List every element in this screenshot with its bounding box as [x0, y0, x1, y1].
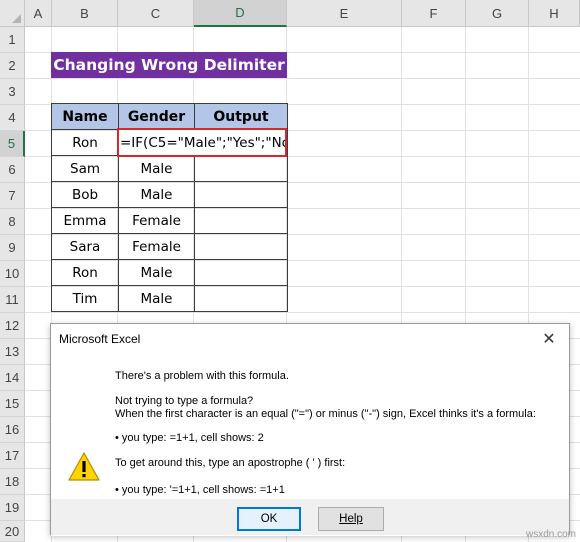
column-header-c[interactable]: C [118, 0, 194, 27]
row-header-16[interactable]: 16 [0, 417, 25, 443]
dialog-button-row [51, 499, 569, 535]
cell-name[interactable]: Sam [51, 155, 119, 182]
row-header-6[interactable]: 6 [0, 157, 25, 183]
dialog-message-line: There's a problem with this formula. [115, 370, 289, 382]
header-gender[interactable]: Gender [118, 103, 195, 130]
help-button-label: Help [339, 513, 363, 525]
dialog-titlebar[interactable]: Microsoft Excel ✕ [51, 324, 569, 355]
select-all-corner[interactable] [0, 0, 25, 27]
row-header-4[interactable]: 4 [0, 105, 25, 131]
column-header-g[interactable]: G [466, 0, 529, 27]
cell-gender[interactable]: Male [118, 155, 195, 182]
row-header-11[interactable]: 11 [0, 287, 25, 313]
column-header-f[interactable]: F [402, 0, 466, 27]
table-header-row: Name Gender Output [51, 103, 288, 130]
row-header-12[interactable]: 12 [0, 313, 25, 339]
dialog-title: Microsoft Excel [59, 332, 141, 346]
cell-gender[interactable]: Male [118, 285, 195, 312]
cell-name[interactable]: Emma [51, 207, 119, 234]
row-header-18[interactable]: 18 [0, 469, 25, 495]
row-header-5[interactable]: 5 [0, 131, 25, 157]
cell-output[interactable] [194, 233, 288, 260]
select-all-triangle-icon [12, 14, 21, 23]
dialog-message-line: Not trying to type a formula? [115, 395, 254, 407]
row-header-15[interactable]: 15 [0, 391, 25, 417]
table-row: Sam Male [51, 155, 288, 182]
row-header-3[interactable]: 3 [0, 79, 25, 105]
column-header-b[interactable]: B [52, 0, 118, 27]
ok-button[interactable]: OK [237, 507, 301, 531]
row-header-7[interactable]: 7 [0, 183, 25, 209]
column-header-e[interactable]: E [287, 0, 402, 27]
row-header-14[interactable]: 14 [0, 365, 25, 391]
column-header-h[interactable]: H [529, 0, 580, 27]
row-header-9[interactable]: 9 [0, 235, 25, 261]
dialog-message-line: To get around this, type an apostrophe (… [115, 457, 346, 469]
row-header-2[interactable]: 2 [0, 53, 25, 79]
table-row: Ron Male [51, 259, 288, 286]
ok-button-label: OK [260, 513, 278, 525]
cell-output[interactable] [194, 207, 288, 234]
error-dialog: Microsoft Excel ✕ There's a problem with… [50, 323, 570, 536]
row-header-13[interactable]: 13 [0, 339, 25, 365]
sheet-title-banner: Changing Wrong Delimiter [51, 52, 287, 78]
warning-icon [68, 452, 100, 481]
row-header-1[interactable]: 1 [0, 27, 25, 53]
gridline [25, 312, 580, 313]
table-row: Sara Female [51, 233, 288, 260]
cell-output[interactable] [194, 155, 288, 182]
cell-name[interactable]: Ron [51, 129, 119, 156]
row-header-8[interactable]: 8 [0, 209, 25, 235]
watermark: wsxdn.com [525, 529, 576, 540]
cell-output[interactable] [194, 285, 288, 312]
cell-gender[interactable]: Female [118, 233, 195, 260]
dialog-message-line: When the first character is an equal ("=… [115, 408, 536, 420]
cell-name[interactable]: Tim [51, 285, 119, 312]
header-output[interactable]: Output [194, 103, 288, 130]
table-row: Bob Male [51, 181, 288, 208]
dialog-message-line: • you type: '=1+1, cell shows: =1+1 [115, 484, 285, 496]
cell-gender[interactable]: Male [118, 181, 195, 208]
close-icon[interactable]: ✕ [539, 329, 559, 349]
cell-name[interactable]: Ron [51, 259, 119, 286]
cell-output[interactable] [194, 259, 288, 286]
table-row: Emma Female [51, 207, 288, 234]
formula-edit-cell[interactable]: =IF(C5="Male";"Yes";"No") [117, 128, 287, 157]
cell-name[interactable]: Bob [51, 181, 119, 208]
cell-gender[interactable]: Male [118, 259, 195, 286]
cell-name[interactable]: Sara [51, 233, 119, 260]
column-header-a[interactable]: A [25, 0, 52, 27]
row-header-17[interactable]: 17 [0, 443, 25, 469]
dialog-message-line: • you type: =1+1, cell shows: 2 [115, 432, 264, 444]
header-name[interactable]: Name [51, 103, 119, 130]
column-header-d[interactable]: D [194, 0, 287, 27]
cell-output[interactable] [194, 181, 288, 208]
help-button[interactable]: Help [318, 507, 384, 531]
row-header-20[interactable]: 20 [0, 521, 25, 542]
row-header-10[interactable]: 10 [0, 261, 25, 287]
row-header-19[interactable]: 19 [0, 495, 25, 521]
gridline [25, 78, 580, 79]
table-row: Tim Male [51, 285, 288, 312]
cell-gender[interactable]: Female [118, 207, 195, 234]
